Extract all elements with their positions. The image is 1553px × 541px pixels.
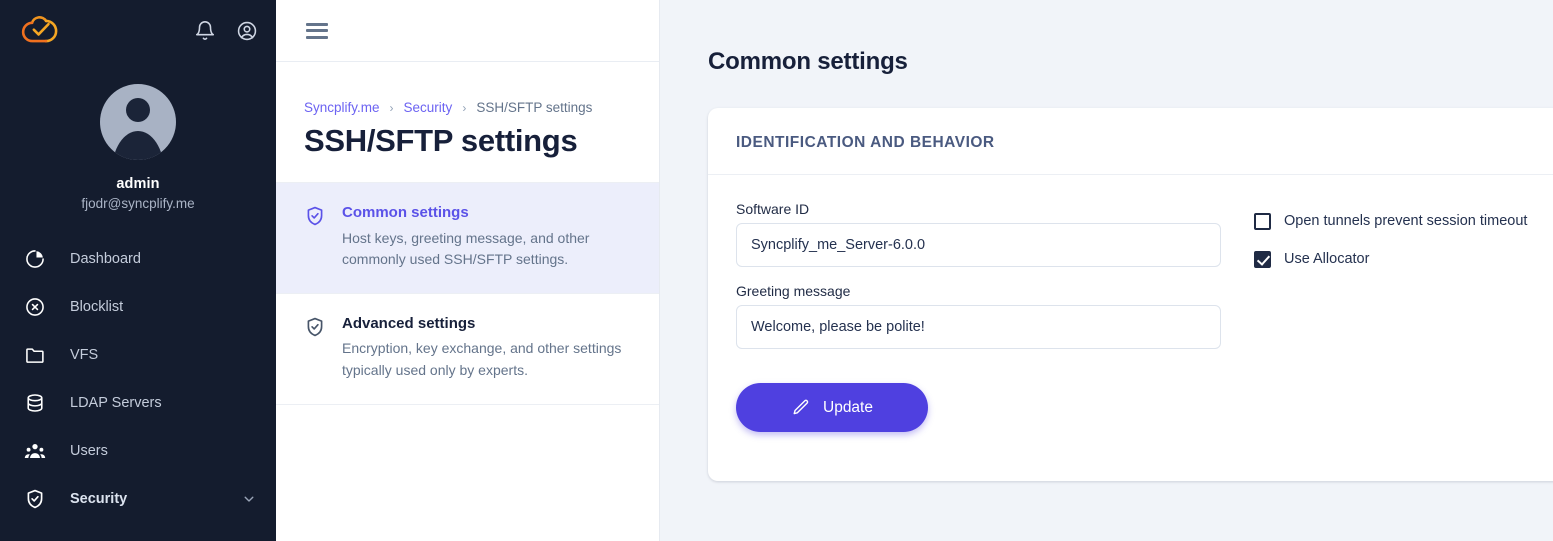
app-root: admin fjodr@syncplify.me Dashboard Block… (0, 0, 1553, 541)
settings-nav-item-desc: Host keys, greeting message, and other c… (342, 229, 590, 268)
settings-nav-item-advanced[interactable]: Advanced settings Encryption, key exchan… (276, 293, 659, 405)
sidebar-item-users[interactable]: Users (0, 427, 276, 475)
sidebar-top-bar (0, 0, 276, 62)
hamburger-bar (306, 29, 328, 32)
page-title: SSH/SFTP settings (304, 123, 578, 158)
sidebar-item-blocklist[interactable]: Blocklist (0, 283, 276, 331)
greeting-message-input[interactable] (736, 305, 1221, 349)
sidebar-item-dashboard[interactable]: Dashboard (0, 235, 276, 283)
hamburger-bar (306, 22, 328, 26)
pie-chart-icon (26, 250, 44, 268)
card-body: Software ID Greeting message Update (708, 175, 1553, 432)
settings-nav-item-desc: Encryption, key exchange, and other sett… (342, 340, 622, 379)
breadcrumb: Syncplify.me › Security › SSH/SFTP setti… (304, 100, 631, 115)
settings-card: IDENTIFICATION AND BEHAVIOR Software ID … (708, 108, 1553, 481)
folder-icon (26, 348, 44, 363)
form-column: Software ID Greeting message Update (736, 201, 1221, 432)
greeting-message-label: Greeting message (736, 283, 851, 299)
card-section-title: IDENTIFICATION AND BEHAVIOR (736, 134, 995, 151)
main-title: Common settings (708, 48, 908, 75)
card-header: IDENTIFICATION AND BEHAVIOR (708, 108, 1553, 175)
sidebar-item-label: Security (70, 491, 128, 507)
sidebar-item-label: Users (70, 443, 108, 459)
page-header: Syncplify.me › Security › SSH/SFTP setti… (276, 62, 659, 159)
breadcrumb-separator-icon: › (462, 100, 467, 115)
use-allocator-checkbox-row[interactable]: Use Allocator (1254, 245, 1527, 273)
sidebar-item-label: Blocklist (70, 299, 124, 315)
sidebar-item-vfs[interactable]: VFS (0, 331, 276, 379)
bell-icon[interactable] (194, 20, 216, 42)
profile-block: admin fjodr@syncplify.me (0, 62, 276, 211)
shield-check-icon (307, 317, 323, 337)
sidebar-nav: Dashboard Blocklist VFS LDAP Servers Use… (0, 235, 276, 523)
checkbox-column: Open tunnels prevent session timeout Use… (1254, 201, 1527, 432)
profile-name: admin (116, 176, 160, 192)
settings-nav-item-common[interactable]: Common settings Host keys, greeting mess… (276, 183, 659, 294)
sidebar-item-ldap-servers[interactable]: LDAP Servers (0, 379, 276, 427)
settings-nav-list: Common settings Host keys, greeting mess… (276, 182, 659, 405)
sidebar-item-label: Dashboard (70, 251, 141, 267)
settings-nav-item-title: Advanced settings (342, 314, 476, 332)
shield-check-icon (27, 489, 43, 509)
open-tunnels-checkbox-row[interactable]: Open tunnels prevent session timeout (1254, 207, 1527, 235)
use-allocator-checkbox[interactable] (1254, 250, 1271, 268)
x-circle-icon (26, 298, 44, 316)
sidebar-item-label: LDAP Servers (70, 395, 162, 411)
user-circle-icon[interactable] (236, 20, 258, 42)
top-bar (276, 0, 659, 62)
software-id-input[interactable] (736, 223, 1221, 267)
software-id-label: Software ID (736, 201, 810, 217)
open-tunnels-label: Open tunnels prevent session timeout (1284, 213, 1528, 229)
field-spacer (736, 267, 1221, 283)
use-allocator-label: Use Allocator (1284, 251, 1370, 267)
main-content: Common settings IDENTIFICATION AND BEHAV… (660, 0, 1553, 541)
database-icon (27, 394, 43, 412)
users-icon (24, 443, 46, 458)
avatar (100, 84, 176, 160)
profile-email: fjodr@syncplify.me (81, 196, 195, 211)
open-tunnels-checkbox[interactable] (1254, 212, 1271, 230)
syncplify-cloud-logo[interactable] (20, 14, 58, 48)
left-sidebar: admin fjodr@syncplify.me Dashboard Block… (0, 0, 276, 541)
breadcrumb-item-current: SSH/SFTP settings (476, 100, 593, 115)
secondary-panel: Syncplify.me › Security › SSH/SFTP setti… (276, 0, 660, 541)
settings-nav-item-title: Common settings (342, 204, 469, 221)
settings-nav-item-text: Common settings Host keys, greeting mess… (342, 203, 631, 271)
shield-check-icon (307, 206, 323, 226)
sidebar-item-security[interactable]: Security (0, 475, 276, 523)
breadcrumb-item-security[interactable]: Security (404, 100, 453, 115)
update-button[interactable]: Update (736, 383, 928, 432)
update-button-label: Update (823, 398, 873, 416)
sidebar-item-label: VFS (70, 347, 99, 363)
pencil-icon (793, 399, 809, 415)
breadcrumb-item-syncplify[interactable]: Syncplify.me (304, 100, 380, 115)
chevron-down-icon[interactable] (242, 492, 256, 506)
sidebar-top-actions (194, 20, 258, 42)
settings-nav-item-text: Advanced settings Encryption, key exchan… (342, 314, 631, 382)
hamburger-bar (306, 35, 328, 39)
breadcrumb-separator-icon: › (389, 100, 394, 115)
hamburger-menu-icon[interactable] (306, 22, 328, 39)
